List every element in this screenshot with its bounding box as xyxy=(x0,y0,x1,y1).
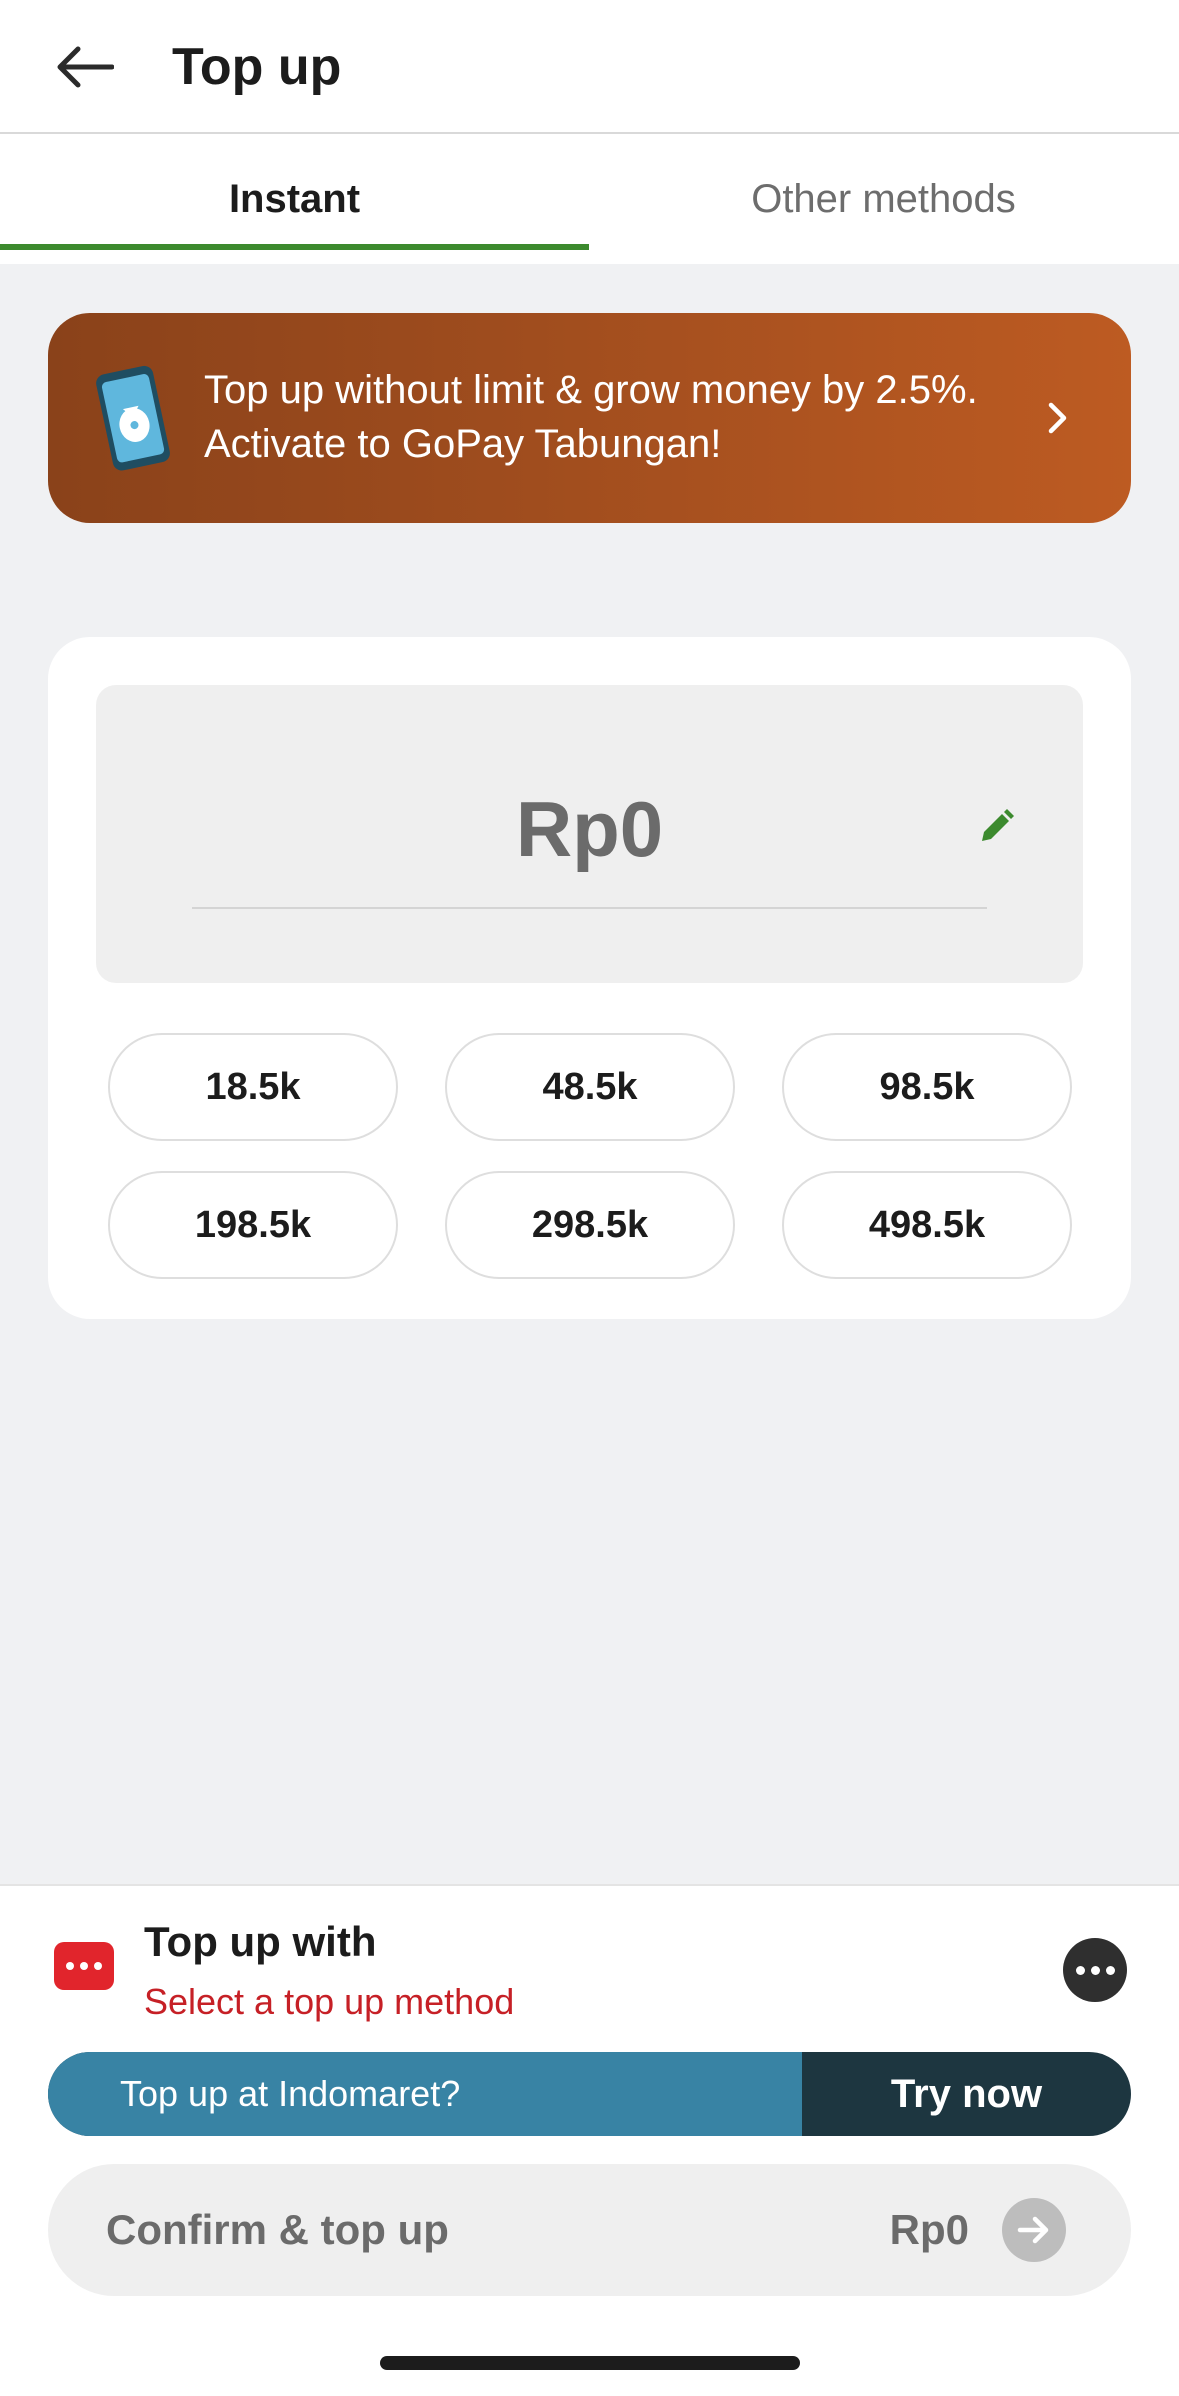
preset-amount-chip[interactable]: 18.5k xyxy=(108,1033,398,1141)
app-header: Top up xyxy=(0,0,1179,134)
tabungan-promo-banner[interactable]: Top up without limit & grow money by 2.5… xyxy=(48,313,1131,523)
preset-amount-chip[interactable]: 48.5k xyxy=(445,1033,735,1141)
method-title: Top up with xyxy=(144,1918,377,1965)
preset-amount-chip[interactable]: 98.5k xyxy=(782,1033,1072,1141)
pencil-icon[interactable] xyxy=(976,807,1016,847)
arrow-right-icon xyxy=(1002,2198,1066,2262)
phone-moneybag-icon xyxy=(96,365,170,471)
method-subtitle[interactable]: Select a top up method xyxy=(144,1980,514,2024)
more-options-icon[interactable] xyxy=(1063,1938,1127,2002)
try-now-button[interactable]: Try now xyxy=(802,2052,1131,2136)
home-indicator xyxy=(380,2356,800,2370)
payment-panel: Top up with Select a top up method Top u… xyxy=(0,1884,1179,2396)
back-button[interactable] xyxy=(42,28,126,106)
page-title: Top up xyxy=(172,38,342,96)
payment-method-icon xyxy=(54,1942,114,1990)
arrow-left-icon xyxy=(57,46,114,88)
chevron-right-icon xyxy=(1048,402,1067,434)
amount-card: Rp0 18.5k 48.5k 98.5k 198.5k 298.5k 498.… xyxy=(48,637,1131,1319)
confirm-amount: Rp0 xyxy=(889,2206,969,2253)
preset-amount-chip[interactable]: 198.5k xyxy=(108,1171,398,1279)
preset-amount-chip[interactable]: 498.5k xyxy=(782,1171,1072,1279)
indomaret-text: Top up at Indomaret? xyxy=(48,2052,802,2136)
tab-bar: Instant Other methods xyxy=(0,134,1179,264)
indomaret-banner[interactable]: Top up at Indomaret? Try now xyxy=(48,2052,1131,2136)
promo-text: Top up without limit & grow money by 2.5… xyxy=(204,368,978,466)
tab-other-methods[interactable]: Other methods xyxy=(589,134,1178,264)
amount-value[interactable]: Rp0 xyxy=(96,784,1083,874)
amount-underline xyxy=(192,907,987,909)
amount-input-box[interactable]: Rp0 xyxy=(96,685,1083,983)
confirm-label: Confirm & top up xyxy=(106,2206,449,2253)
tab-instant[interactable]: Instant xyxy=(0,134,589,264)
confirm-top-up-button[interactable]: Confirm & top up Rp0 xyxy=(48,2164,1131,2296)
preset-amount-chip[interactable]: 298.5k xyxy=(445,1171,735,1279)
